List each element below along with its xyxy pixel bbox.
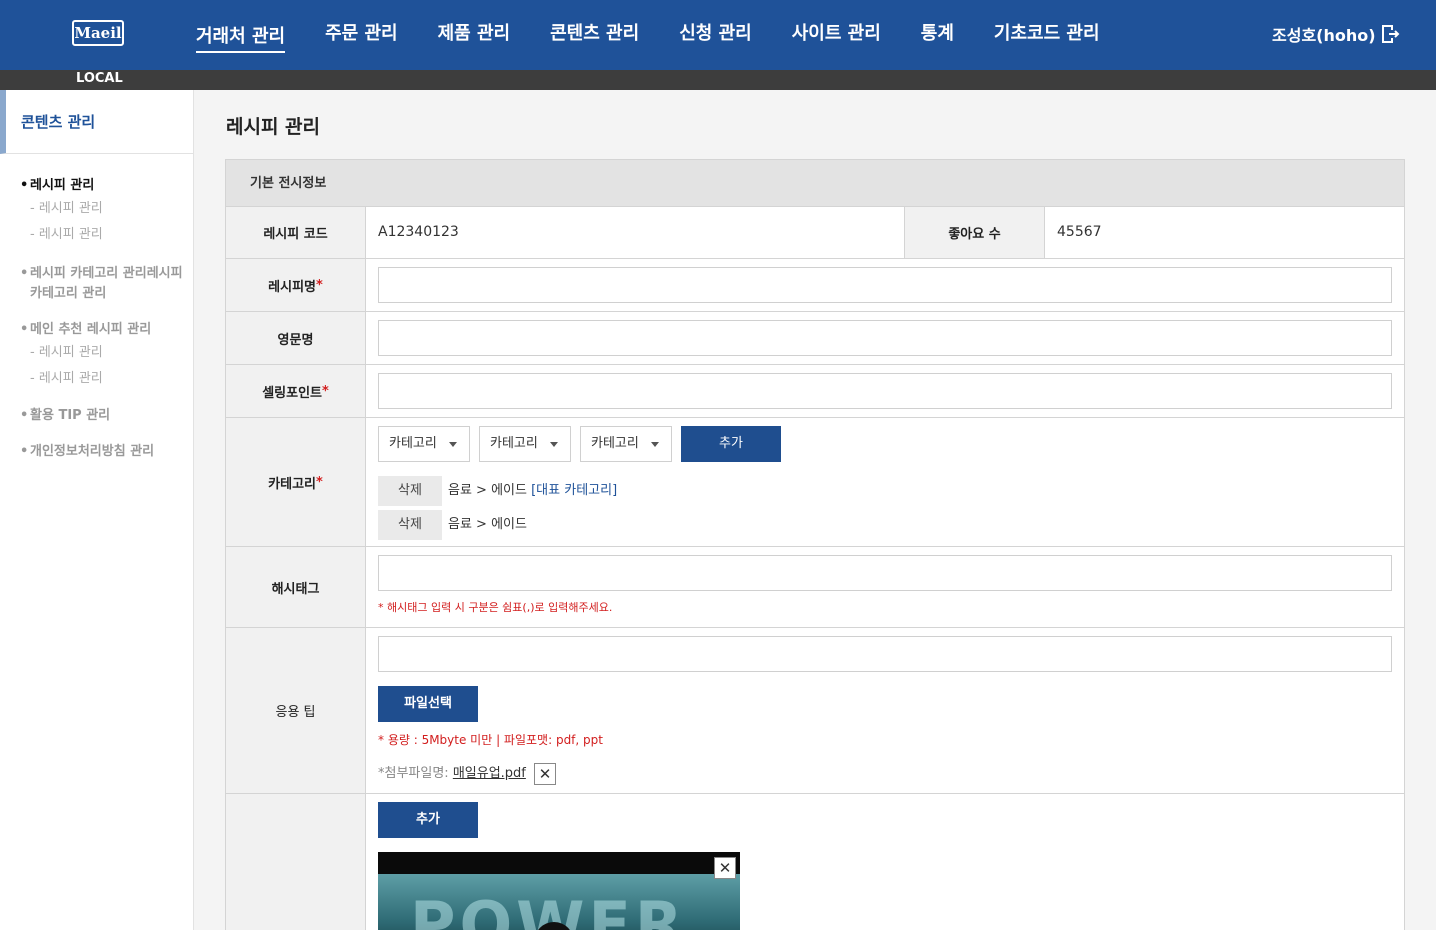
nav-partner-management[interactable]: 거래처 관리 bbox=[196, 0, 286, 53]
nav-base-code-management[interactable]: 기초코드 관리 bbox=[994, 0, 1100, 70]
file-note: * 용량 : 5Mbyte 미만 | 파일포맷: pdf, ppt bbox=[378, 733, 603, 747]
row-english-name: 영문명 bbox=[226, 312, 1404, 365]
likes-label: 좋아요 수 bbox=[905, 207, 1045, 258]
hashtag-note: * 해시태그 입력 시 구분은 쉼표(,)로 입력해주세요. bbox=[378, 601, 613, 614]
sidebar-subitem-recipe-1[interactable]: - 레시피 관리 bbox=[0, 196, 193, 222]
recipe-name-label: 레시피명 * bbox=[226, 259, 366, 311]
row-selling-point: 셀링포인트 * bbox=[226, 365, 1404, 418]
attachment-file-link[interactable]: 매일유업.pdf bbox=[453, 766, 526, 781]
row-recipe-code: 레시피 코드 A12340123 좋아요 수 45567 bbox=[226, 207, 1404, 259]
close-icon[interactable]: ✕ bbox=[534, 762, 557, 785]
attachment-label: *첨부파일명: bbox=[378, 766, 449, 781]
top-navigation-bar: Maeil 거래처 관리 주문 관리 제품 관리 콘텐츠 관리 신청 관리 사이… bbox=[0, 0, 1436, 70]
hashtag-label: 해시태그 bbox=[226, 547, 366, 627]
image-label bbox=[226, 794, 366, 930]
category-label: 카테고리 * bbox=[226, 418, 366, 546]
category-path: 음료 > 에이드 bbox=[448, 517, 527, 532]
row-image: 추가 POWER ✕ bbox=[226, 794, 1404, 930]
recipe-form: 기본 전시정보 레시피 코드 A12340123 좋아요 수 45567 레시피… bbox=[225, 159, 1405, 930]
delete-category-button[interactable]: 삭제 bbox=[378, 510, 442, 540]
sidebar-title: 콘텐츠 관리 bbox=[0, 90, 193, 154]
attachment-info: *첨부파일명: 매일유업.pdf ✕ bbox=[378, 762, 557, 785]
sidebar-subitem-recipe-2[interactable]: - 레시피 관리 bbox=[0, 222, 193, 248]
category-select-1[interactable]: 카테고리 bbox=[378, 426, 470, 462]
sidebar-item-recipe-category[interactable]: • 레시피 카테고리 관리레시피 카테고리 관리 bbox=[0, 264, 193, 304]
chevron-down-icon bbox=[550, 442, 558, 447]
page-title: 레시피 관리 bbox=[226, 116, 321, 138]
category-select-3[interactable]: 카테고리 bbox=[580, 426, 672, 462]
nav-statistics[interactable]: 통계 bbox=[921, 0, 954, 70]
selling-point-input[interactable] bbox=[378, 373, 1392, 409]
image-thumbnail: POWER ✕ bbox=[378, 852, 740, 930]
row-hashtag: 해시태그 * 해시태그 입력 시 구분은 쉼표(,)로 입력해주세요. bbox=[226, 547, 1404, 628]
representative-category-tag: [대표 카테고리] bbox=[531, 483, 618, 498]
likes-value: 45567 bbox=[1057, 224, 1102, 240]
nav-site-management[interactable]: 사이트 관리 bbox=[792, 0, 881, 70]
category-path: 음료 > 에이드 bbox=[448, 483, 527, 498]
application-tip-label: 응용 팁 bbox=[226, 628, 366, 793]
sidebar: 콘텐츠 관리 • 레시피 관리 - 레시피 관리 - 레시피 관리 • 레시피 카테… bbox=[0, 90, 194, 930]
sidebar-item-recipe-management[interactable]: • 레시피 관리 bbox=[0, 176, 193, 196]
recipe-code-label: 레시피 코드 bbox=[226, 207, 366, 258]
category-item: 삭제 음료 > 에이드 [대표 카테고리] bbox=[378, 476, 617, 506]
close-icon[interactable]: ✕ bbox=[714, 857, 736, 879]
sidebar-item-tip-management[interactable]: • 활용 TIP 관리 bbox=[0, 406, 193, 426]
sidebar-subitem-main-2[interactable]: - 레시피 관리 bbox=[0, 366, 193, 392]
maeil-logo[interactable]: Maeil bbox=[72, 20, 124, 46]
category-item: 삭제 음료 > 에이드 bbox=[378, 510, 527, 540]
sidebar-subitem-main-1[interactable]: - 레시피 관리 bbox=[0, 340, 193, 366]
row-application-tip: 응용 팁 파일선택 * 용량 : 5Mbyte 미만 | 파일포맷: pdf, … bbox=[226, 628, 1404, 794]
main-nav: 거래처 관리 주문 관리 제품 관리 콘텐츠 관리 신청 관리 사이트 관리 통… bbox=[196, 0, 1140, 70]
add-image-button[interactable]: 추가 bbox=[378, 802, 478, 838]
hashtag-input[interactable] bbox=[378, 555, 1392, 591]
user-name: 조성호(hoho) bbox=[1272, 26, 1376, 45]
row-category: 카테고리 * 카테고리 카테고리 카테고리 추가 삭제 음료 > 에이드 [대표 카… bbox=[226, 418, 1404, 547]
recipe-code-value: A12340123 bbox=[366, 207, 905, 258]
category-select-2[interactable]: 카테고리 bbox=[479, 426, 571, 462]
application-tip-input[interactable] bbox=[378, 636, 1392, 672]
nav-order-management[interactable]: 주문 관리 bbox=[325, 0, 398, 70]
recipe-name-input[interactable] bbox=[378, 267, 1392, 303]
chevron-down-icon bbox=[651, 442, 659, 447]
nav-content-management[interactable]: 콘텐츠 관리 bbox=[550, 0, 639, 70]
add-category-button[interactable]: 추가 bbox=[681, 426, 781, 462]
environment-bar: LOCAL bbox=[0, 70, 1436, 90]
sidebar-item-privacy-policy[interactable]: • 개인정보처리방침 관리 bbox=[0, 442, 193, 462]
logout-icon[interactable] bbox=[1381, 24, 1401, 44]
nav-product-management[interactable]: 제품 관리 bbox=[438, 0, 511, 70]
file-select-button[interactable]: 파일선택 bbox=[378, 686, 478, 722]
section-title: 기본 전시정보 bbox=[226, 160, 1404, 207]
selling-point-label: 셀링포인트 * bbox=[226, 365, 366, 417]
nav-application-management[interactable]: 신청 관리 bbox=[679, 0, 752, 70]
sidebar-menu: • 레시피 관리 - 레시피 관리 - 레시피 관리 • 레시피 카테고리 관리레시… bbox=[0, 154, 193, 462]
sidebar-item-main-recommend[interactable]: • 메인 추천 레시피 관리 bbox=[0, 320, 193, 340]
chevron-down-icon bbox=[449, 442, 457, 447]
row-recipe-name: 레시피명 * bbox=[226, 259, 1404, 312]
english-name-input[interactable] bbox=[378, 320, 1392, 356]
environment-label: LOCAL bbox=[76, 71, 123, 86]
english-name-label: 영문명 bbox=[226, 312, 366, 364]
delete-category-button[interactable]: 삭제 bbox=[378, 476, 442, 506]
